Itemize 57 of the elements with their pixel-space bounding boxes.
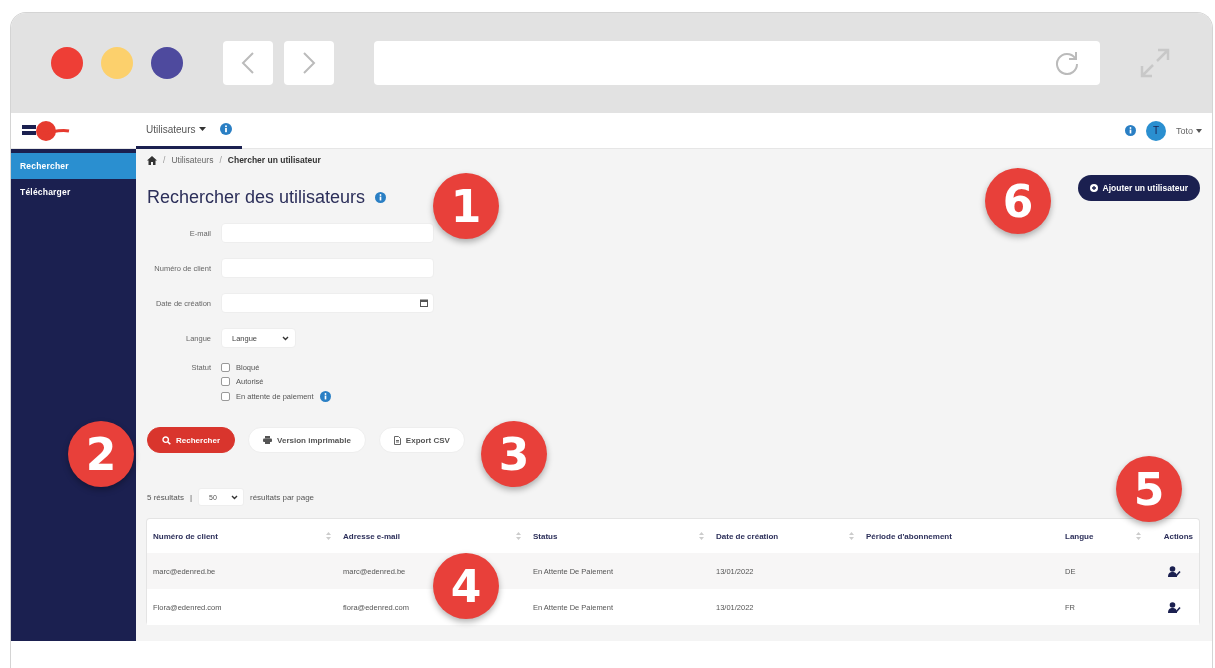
sidebar-item[interactable]: Télécharger	[11, 179, 136, 205]
separator: |	[189, 492, 192, 502]
chevron-down-icon	[231, 494, 238, 500]
sort-icon[interactable]	[516, 532, 521, 540]
caret-icon	[199, 127, 207, 131]
print-button[interactable]: Version imprimable	[248, 427, 366, 453]
forward-button[interactable]	[284, 41, 334, 85]
breadcrumb-current: Chercher un utilisateur	[227, 155, 321, 165]
search-icon	[162, 435, 171, 445]
column-header[interactable]: Status	[533, 531, 558, 541]
back-button[interactable]	[223, 41, 273, 85]
sort-icon[interactable]	[699, 532, 704, 540]
column-header[interactable]: Adresse e-mail	[343, 531, 400, 541]
avatar[interactable]: T	[1146, 120, 1166, 141]
calendar-icon[interactable]	[420, 299, 428, 307]
edit-user-icon[interactable]	[1168, 601, 1181, 613]
info-icon[interactable]	[319, 391, 331, 402]
home-icon[interactable]	[147, 155, 157, 165]
info-icon[interactable]	[1125, 125, 1136, 136]
csv-button[interactable]: Export CSV	[378, 427, 465, 453]
info-icon[interactable]	[375, 192, 387, 203]
info-icon[interactable]	[220, 123, 233, 135]
forward-icon	[302, 51, 316, 75]
column-header[interactable]: Numéro de client	[153, 531, 218, 541]
sort-icon[interactable]	[1136, 532, 1141, 540]
printer-icon	[263, 436, 273, 444]
chevron-down-icon	[282, 335, 289, 341]
checkbox[interactable]	[221, 392, 230, 401]
back-icon	[241, 51, 255, 75]
edit-user-icon[interactable]	[1168, 565, 1181, 577]
window-button[interactable]	[151, 47, 183, 79]
add-user-button[interactable]: Ajouter un utilisateur	[1077, 175, 1200, 201]
user-menu[interactable]: Toto	[1176, 125, 1202, 136]
sort-icon[interactable]	[326, 532, 331, 540]
checkbox[interactable]	[221, 377, 230, 386]
breadcrumb-link[interactable]: Utilisateurs	[171, 155, 214, 165]
sort-icon[interactable]	[849, 532, 854, 540]
breadcrumb-separator: /	[219, 155, 222, 165]
page-title: Rechercher des utilisateurs	[147, 187, 366, 208]
result-count: 5 résultats	[147, 492, 184, 502]
sidebar-item[interactable]: Rechercher	[11, 153, 136, 179]
column-header[interactable]: Date de création	[716, 531, 779, 541]
text-field[interactable]	[221, 223, 434, 243]
column-header[interactable]: Actions	[1163, 531, 1193, 541]
breadcrumb-separator: /	[163, 155, 166, 165]
column-header[interactable]: Langue	[1065, 531, 1094, 541]
column-header[interactable]: Période d'abonnement	[866, 531, 952, 541]
caret-icon	[1196, 128, 1202, 133]
search-button[interactable]: Rechercher	[147, 427, 236, 453]
document-icon	[393, 435, 401, 445]
menu-dropdown[interactable]: Utilisateurs	[146, 123, 207, 135]
checkbox[interactable]	[221, 363, 230, 372]
plus-circle-icon	[1089, 184, 1098, 192]
reload-icon[interactable]	[1054, 50, 1080, 76]
date-field[interactable]	[221, 293, 434, 313]
page-size-label: résultats par page	[250, 492, 315, 502]
window-button[interactable]	[51, 47, 83, 79]
